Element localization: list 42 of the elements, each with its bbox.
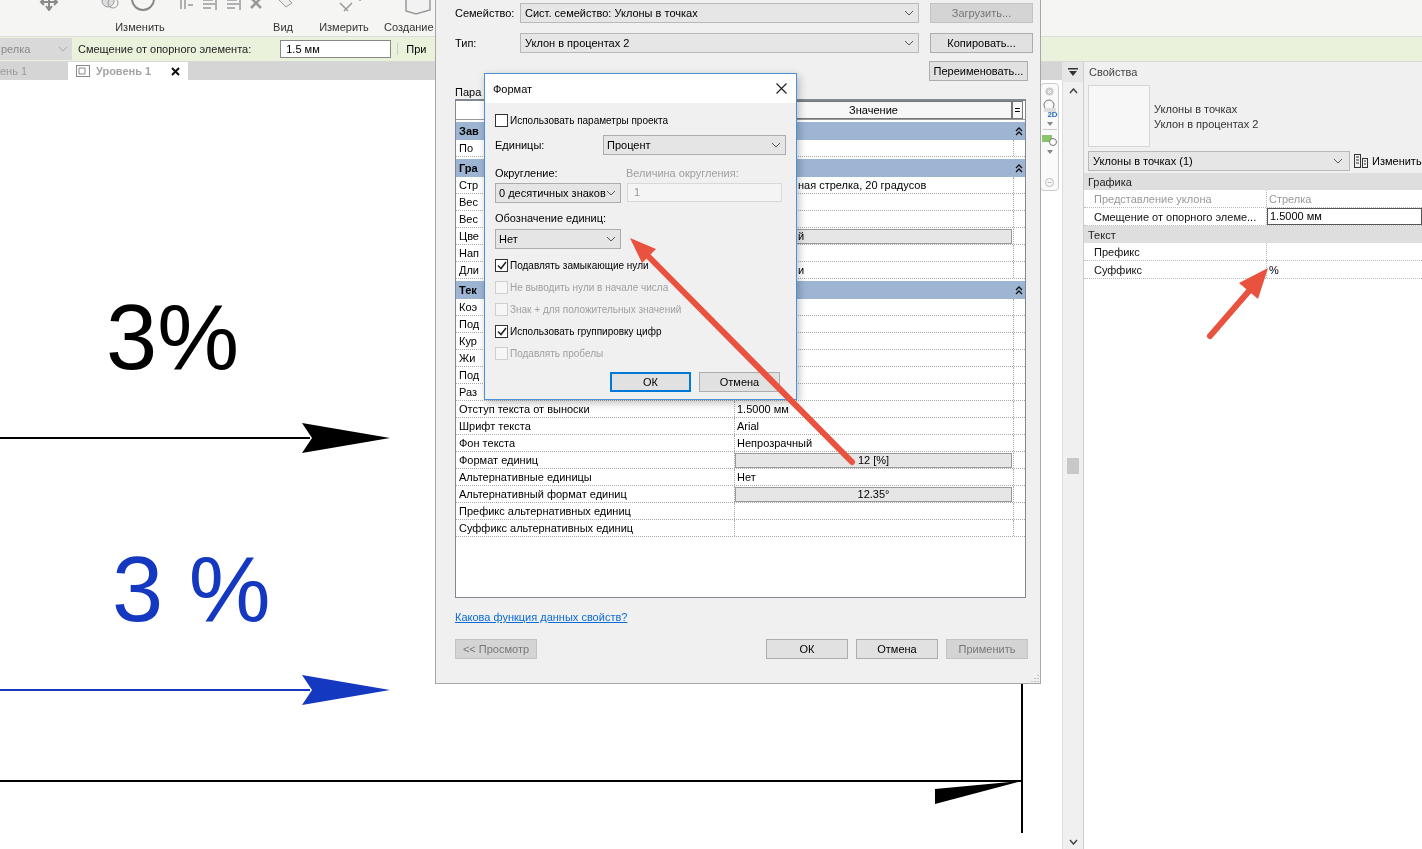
- property-name: Префикс: [1084, 243, 1267, 260]
- slope-label: 3%: [106, 291, 239, 383]
- option-label: При: [397, 43, 427, 55]
- group-name: Зав: [459, 125, 479, 137]
- field-label: Обозначение единиц:: [495, 212, 608, 225]
- parameter-name: Фон текста: [456, 435, 735, 451]
- panel-label: Вид: [272, 21, 294, 33]
- type-name: Уклон в процентах 2: [1154, 117, 1259, 130]
- section-label: Пара: [455, 85, 482, 99]
- parameter-name: Суффикс альтернативных единиц: [456, 520, 735, 536]
- group-name: Текст: [1088, 228, 1116, 241]
- panel-label: Измерить: [318, 21, 370, 33]
- property-value: %: [1268, 263, 1279, 276]
- property-name: Представление уклона: [1084, 190, 1267, 207]
- property-name: Смещение от опорного элеме...: [1084, 208, 1267, 225]
- group-name: Тек: [459, 284, 477, 296]
- parameter-value: и: [797, 264, 805, 276]
- property-value: Стрелка: [1268, 192, 1312, 205]
- panel-label: Изменить: [114, 21, 166, 33]
- family-name: Уклоны в точках: [1154, 102, 1239, 115]
- group-name: Гра: [459, 162, 478, 174]
- offset-label: Смещение от опорного элемента:: [78, 43, 252, 55]
- parameter-value: Нет: [736, 471, 756, 483]
- parameter-value: ная стрелка, 20 градусов: [797, 179, 927, 191]
- field-label: Величина округления:: [626, 166, 739, 179]
- field-label: Округление:: [495, 166, 559, 179]
- dialog-title: Формат: [493, 82, 533, 95]
- panel-title: Свойства: [1084, 62, 1422, 82]
- parameter-name: Шрифт текста: [456, 418, 735, 434]
- panel-label: Создание: [384, 21, 434, 33]
- parameter-name: Префикс альтернативных единиц: [456, 503, 735, 519]
- parameter-value: 1.5000 мм: [736, 403, 789, 415]
- parameter-name: Отступ текста от выноски: [456, 401, 735, 417]
- group-name: Графика: [1088, 175, 1132, 188]
- parameter-value: Arial: [736, 420, 759, 432]
- parameter-value: Непрозрачный: [736, 437, 813, 449]
- field-label: Семейство:: [455, 7, 516, 19]
- slope-label: 3 %: [112, 543, 271, 635]
- field-label: Единицы:: [495, 139, 546, 151]
- field-label: Тип:: [455, 37, 478, 49]
- parameter-name: Альтернативные единицы: [456, 469, 735, 485]
- mode-label: 2D: [1047, 110, 1058, 119]
